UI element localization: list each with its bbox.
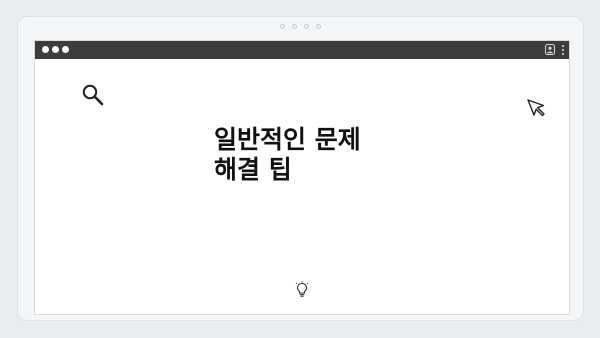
title-line-1: 일반적인 문제 <box>214 125 361 154</box>
minimize-button[interactable] <box>52 46 59 53</box>
pager-dot[interactable] <box>279 24 285 29</box>
window-controls <box>42 46 69 53</box>
title-line-2: 해결 팁 <box>214 155 292 184</box>
pager-dot[interactable] <box>303 24 309 29</box>
close-button[interactable] <box>42 46 49 53</box>
page-title: 일반적인 문제 해결 팁 <box>35 125 569 185</box>
browser-window: 일반적인 문제 해결 팁 <box>34 40 570 315</box>
pager-dot[interactable] <box>315 24 321 29</box>
title-bar <box>35 41 569 59</box>
profile-icon[interactable] <box>545 44 555 55</box>
maximize-button[interactable] <box>62 46 69 53</box>
menu-dots-icon[interactable] <box>561 45 564 55</box>
slide-background: 일반적인 문제 해결 팁 <box>0 0 600 338</box>
search-icon <box>82 84 104 106</box>
lightbulb-icon <box>295 281 309 297</box>
cursor-icon <box>527 99 545 117</box>
pager-dots <box>0 24 600 29</box>
pager-dot[interactable] <box>291 24 297 29</box>
